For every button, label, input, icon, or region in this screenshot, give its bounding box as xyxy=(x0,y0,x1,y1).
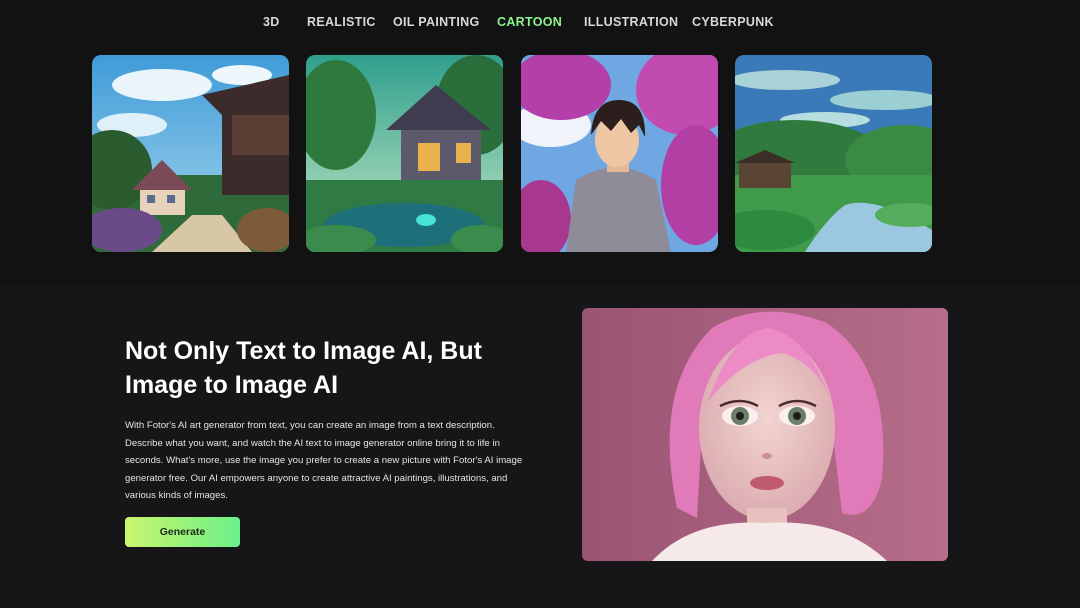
tab-illustration[interactable]: ILLUSTRATION xyxy=(584,15,678,29)
tab-cartoon[interactable]: CARTOON xyxy=(497,15,562,29)
style-tabs: 3D REALISTIC OIL PAINTING CARTOON ILLUST… xyxy=(0,15,1080,33)
title-line-2: Image to Image AI xyxy=(125,371,339,399)
tab-realistic[interactable]: REALISTIC xyxy=(307,15,376,29)
gallery-image-river-landscape[interactable] xyxy=(735,55,932,252)
gallery-image-cottage-pond[interactable] xyxy=(306,55,503,252)
tab-oil-painting[interactable]: OIL PAINTING xyxy=(393,15,479,29)
tab-cyberpunk[interactable]: CYBERPUNK xyxy=(692,15,774,29)
feature-description: With Fotor's AI art generator from text,… xyxy=(125,420,523,501)
title-line-1: Not Only Text to Image AI, But xyxy=(125,337,482,365)
feature-portrait-image xyxy=(582,308,948,561)
page-title: Not Only Text to Image AI, But Image to I… xyxy=(125,334,545,402)
generate-button[interactable]: Generate xyxy=(125,517,240,547)
gallery-image-anime-boy[interactable] xyxy=(521,55,718,252)
gallery-image-village-street[interactable] xyxy=(92,55,289,252)
tab-3d[interactable]: 3D xyxy=(263,15,280,29)
